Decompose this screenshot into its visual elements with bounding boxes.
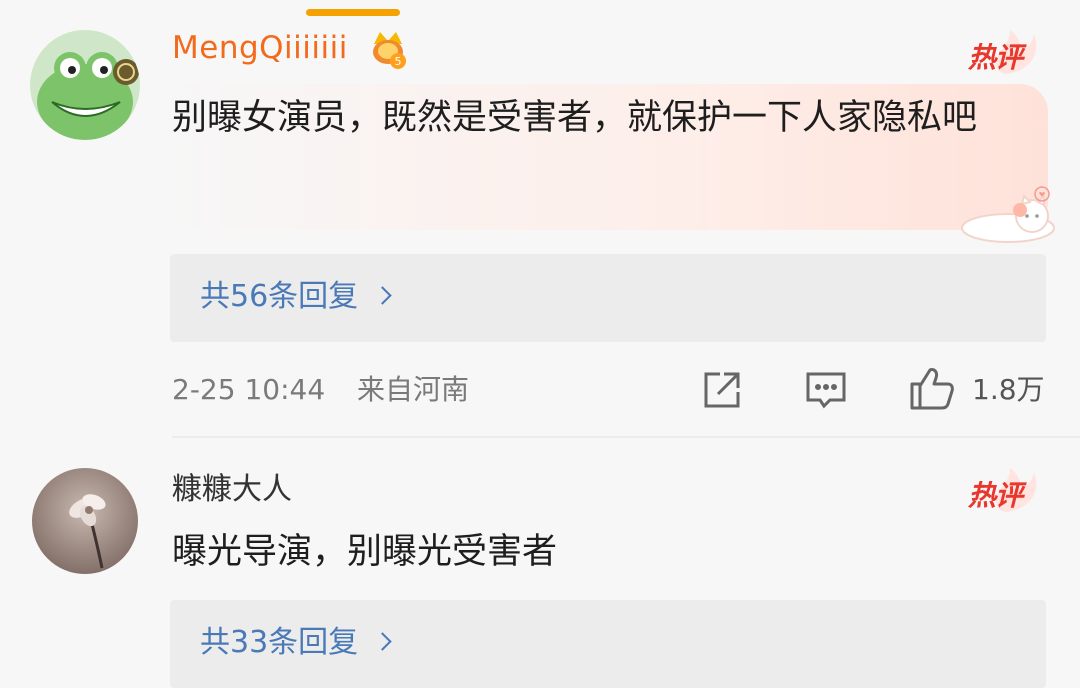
cat-sticker-icon — [958, 182, 1062, 244]
replies-panel[interactable]: 共56条回复 — [170, 254, 1046, 342]
hot-comment-badge: 热评 — [968, 30, 1048, 76]
replies-panel[interactable]: 共33条回复 — [170, 600, 1046, 688]
replies-count-label: 共56条回复 — [200, 279, 359, 314]
chevron-right-icon — [373, 286, 392, 305]
username[interactable]: 糠糠大人 — [172, 470, 292, 510]
comment-meta: 2-25 10:44 来自河南 — [172, 370, 469, 410]
location: 来自河南 — [356, 373, 469, 406]
avatar[interactable] — [30, 30, 140, 140]
view-replies-link[interactable]: 共33条回复 — [200, 621, 392, 665]
hot-comment-badge: 热评 — [968, 468, 1048, 514]
share-icon[interactable] — [700, 368, 744, 412]
comment-text: 曝光导演，别曝光受害者 — [172, 532, 558, 572]
hot-comment-label: 热评 — [968, 41, 1023, 74]
avatar[interactable] — [32, 468, 138, 574]
comment-item: 糠糠大人 热评 曝光导演，别曝光受害者 共33条回复 — [0, 438, 1080, 688]
crown-vip-level-icon[interactable]: 5 — [368, 28, 408, 72]
hot-comment-label: 热评 — [968, 479, 1023, 512]
thumbs-up-icon[interactable] — [908, 364, 956, 412]
vip-level-label: 5 — [395, 55, 402, 68]
replies-count-label: 共33条回复 — [200, 625, 359, 660]
like-count: 1.8万 — [972, 373, 1045, 406]
comment-icon[interactable] — [804, 368, 848, 412]
comment-item: MengQiiiiiii 5 热评 别曝女演员，既然是受害者，就保护一下人家隐私… — [0, 14, 1080, 438]
timestamp: 2-25 10:44 — [172, 373, 326, 406]
comment-text: 别曝女演员，既然是受害者，就保护一下人家隐私吧 — [172, 98, 978, 138]
chevron-right-icon — [373, 632, 392, 651]
view-replies-link[interactable]: 共56条回复 — [200, 275, 392, 319]
username[interactable]: MengQiiiiiii — [172, 28, 348, 68]
